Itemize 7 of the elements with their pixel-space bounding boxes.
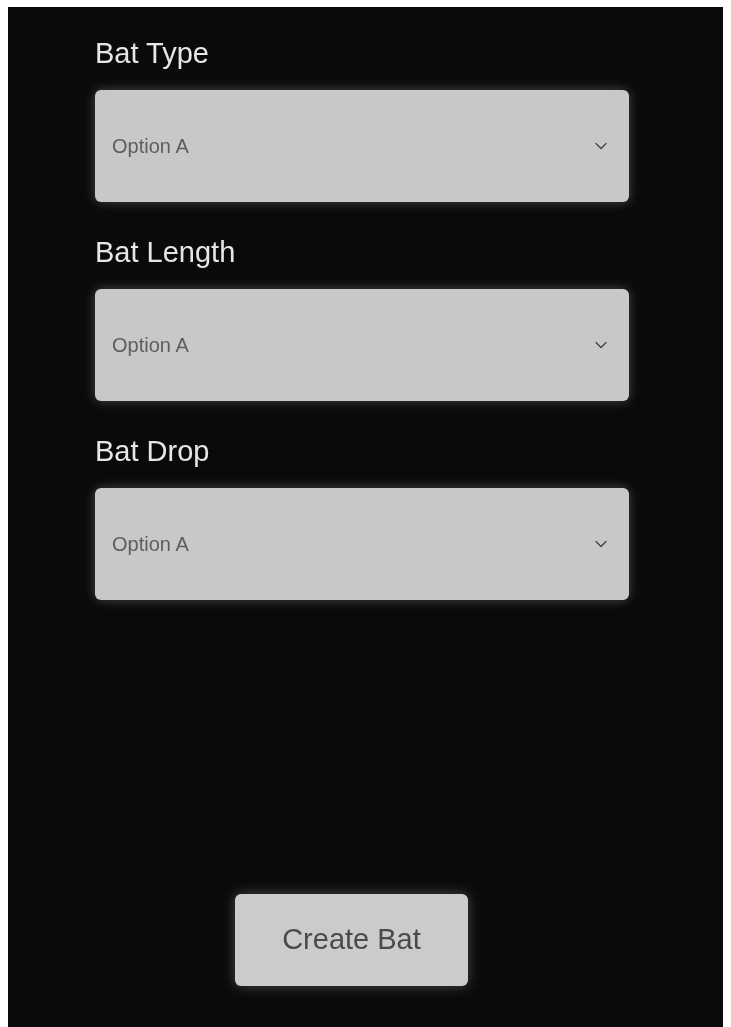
field-label: Bat Length xyxy=(95,235,236,270)
dropdown[interactable]: Option A xyxy=(95,289,629,401)
dropdown[interactable]: Option A xyxy=(95,90,629,202)
field-label: Bat Type xyxy=(95,36,209,71)
field-label: Bat Drop xyxy=(95,434,210,469)
dropdown[interactable]: Option A xyxy=(95,488,629,600)
create-button[interactable]: Create Bat xyxy=(235,894,468,986)
